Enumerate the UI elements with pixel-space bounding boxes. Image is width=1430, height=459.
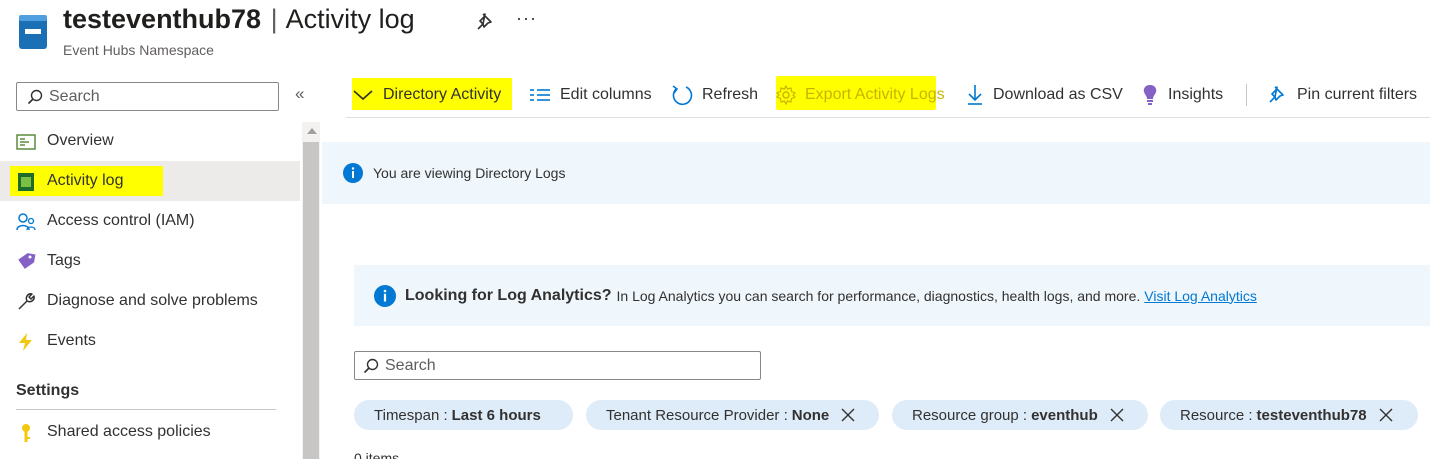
- filter-value: testeventhub78: [1256, 406, 1367, 424]
- export-activity-logs-button[interactable]: Export Activity Logs: [776, 76, 945, 110]
- sidebar-item-label: Overview: [47, 132, 114, 149]
- filter-key: Resource :: [1180, 406, 1253, 424]
- filter-pill-tenant-resource-provider[interactable]: Tenant Resource Provider : None: [586, 400, 879, 430]
- tag-icon: [18, 253, 36, 269]
- pin-current-filters-label: Pin current filters: [1297, 86, 1418, 103]
- sidebar-item-label: Shared access policies: [47, 423, 211, 440]
- directory-activity-button[interactable]: Directory Activity: [352, 78, 512, 110]
- activity-search-input[interactable]: [385, 356, 755, 375]
- scrollbar-thumb[interactable]: [303, 142, 319, 459]
- iam-icon: [16, 213, 36, 231]
- lightbulb-icon: [1143, 85, 1157, 105]
- insights-label: Insights: [1168, 86, 1224, 103]
- lightning-icon: [19, 333, 32, 351]
- columns-icon: [530, 89, 550, 101]
- settings-section-heading: Settings: [16, 382, 80, 399]
- sidebar-item-label: Access control (IAM): [47, 212, 195, 229]
- page-header: testeventhub78 | Activity log ··· Event …: [0, 0, 1430, 66]
- close-icon[interactable]: [1110, 408, 1124, 422]
- sidebar-item-label: Activity log: [47, 172, 124, 189]
- wrench-icon: [18, 293, 35, 310]
- info-icon: [343, 163, 363, 183]
- toolbar-divider: [1246, 84, 1247, 106]
- items-count: 0 items: [354, 450, 400, 459]
- page-title: testeventhub78 | Activity log: [63, 4, 415, 35]
- log-analytics-banner: Looking for Log Analytics? In Log Analyt…: [354, 265, 1430, 326]
- export-activity-logs-label: Export Activity Logs: [805, 86, 945, 103]
- sidebar-item-diagnose[interactable]: Diagnose and solve problems: [0, 281, 300, 321]
- close-icon[interactable]: [1379, 408, 1393, 422]
- pin-icon: [1269, 86, 1284, 103]
- refresh-icon: [672, 85, 693, 106]
- filter-key: Resource group :: [912, 406, 1028, 424]
- search-icon: [27, 89, 43, 104]
- section-divider: [16, 409, 276, 410]
- resource-menu: « Overview Activity log Access control (…: [0, 66, 322, 459]
- insights-button[interactable]: Insights: [1141, 82, 1223, 108]
- collapse-menu-icon[interactable]: «: [295, 84, 304, 104]
- info-icon: [374, 284, 396, 307]
- sidebar-item-events[interactable]: Events: [0, 321, 300, 361]
- key-icon: [22, 424, 30, 442]
- edit-columns-button[interactable]: Edit columns: [529, 82, 652, 108]
- overview-icon: [16, 134, 36, 150]
- sidebar-item-label: Tags: [47, 252, 81, 269]
- menu-search-box[interactable]: [16, 82, 279, 111]
- command-bar: Directory Activity Edit columns Refresh …: [346, 76, 1430, 118]
- activity-search-box[interactable]: [354, 351, 761, 380]
- filter-value: eventhub: [1031, 406, 1098, 424]
- sidebar-item-label: Diagnose and solve problems: [47, 292, 258, 309]
- filter-value: Last 6 hours: [451, 406, 541, 424]
- banner-title: Looking for Log Analytics?: [405, 286, 612, 304]
- filter-pill-timespan[interactable]: Timespan : Last 6 hours: [354, 400, 573, 430]
- edit-columns-label: Edit columns: [560, 86, 652, 103]
- menu-search-input[interactable]: [49, 87, 269, 106]
- sidebar-item-overview[interactable]: Overview: [0, 121, 300, 161]
- download-icon: [968, 85, 982, 105]
- title-separator: |: [270, 4, 278, 34]
- chevron-down-icon: [353, 90, 373, 101]
- refresh-button[interactable]: Refresh: [671, 82, 758, 108]
- sidebar-item-label: Events: [47, 332, 96, 349]
- directory-logs-banner: You are viewing Directory Logs: [322, 142, 1430, 204]
- sidebar-item-iam[interactable]: Access control (IAM): [0, 201, 300, 241]
- activity-log-icon: [18, 173, 34, 191]
- refresh-label: Refresh: [702, 86, 759, 103]
- sidebar-item-tags[interactable]: Tags: [0, 241, 300, 281]
- gear-icon: [776, 85, 796, 105]
- scroll-up-arrow-icon[interactable]: [307, 128, 317, 134]
- download-csv-label: Download as CSV: [993, 86, 1123, 103]
- banner-text: You are viewing Directory Logs: [373, 165, 566, 181]
- directory-activity-label: Directory Activity: [383, 86, 502, 103]
- filter-pill-resource-group[interactable]: Resource group : eventhub: [892, 400, 1148, 430]
- filter-value: None: [791, 406, 830, 424]
- more-options-icon[interactable]: ···: [516, 8, 537, 29]
- resource-type: Event Hubs Namespace: [63, 42, 214, 58]
- banner-text: In Log Analytics you can search for perf…: [616, 287, 1141, 304]
- sidebar-item-shared-access-policies[interactable]: Shared access policies: [0, 412, 300, 452]
- resource-name: testeventhub78: [63, 4, 262, 34]
- filter-pill-resource[interactable]: Resource : testeventhub78: [1160, 400, 1418, 430]
- event-hubs-icon: [19, 15, 47, 49]
- sidebar-item-activity-log[interactable]: Activity log: [0, 161, 300, 201]
- pin-current-filters-button[interactable]: Pin current filters: [1266, 82, 1417, 108]
- close-icon[interactable]: [841, 408, 855, 422]
- filter-key: Tenant Resource Provider :: [606, 406, 788, 424]
- blade-title: Activity log: [285, 4, 415, 34]
- pin-icon[interactable]: [474, 11, 496, 33]
- search-icon: [363, 358, 379, 373]
- filter-key: Timespan :: [374, 406, 448, 424]
- download-csv-button[interactable]: Download as CSV: [966, 82, 1123, 108]
- visit-log-analytics-link[interactable]: Visit Log Analytics: [1144, 288, 1257, 304]
